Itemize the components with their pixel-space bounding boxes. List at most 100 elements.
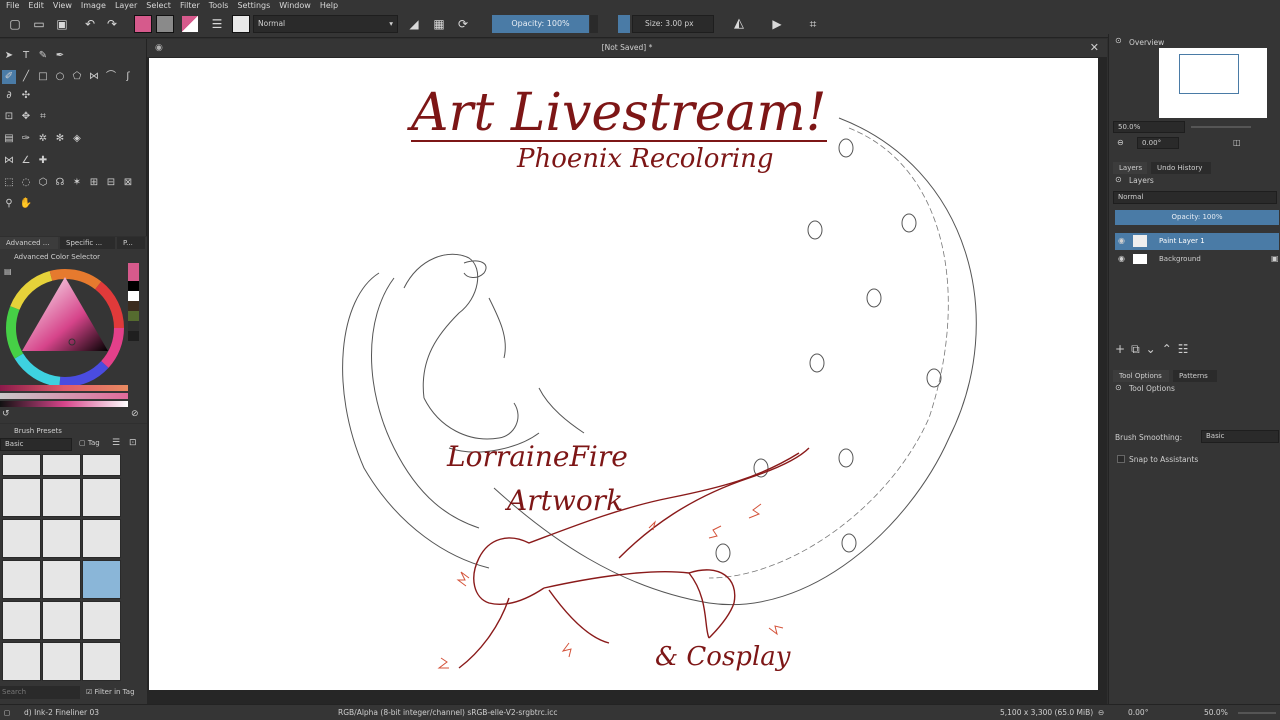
layer-properties-icon[interactable]: ☷ <box>1178 342 1195 356</box>
gradient-tool-icon[interactable]: ▤ <box>2 132 16 146</box>
import-preset-icon[interactable]: ⊡ <box>129 438 137 448</box>
polygon-select-icon[interactable]: ⬡ <box>36 176 50 190</box>
visibility-eye-icon[interactable]: ◉ <box>1118 254 1125 263</box>
layer-opacity-slider[interactable]: Opacity: 100% <box>1115 210 1279 225</box>
alpha-lock-icon[interactable]: ▦ <box>432 17 446 31</box>
menu-file[interactable]: File <box>6 0 19 11</box>
drawing-canvas[interactable]: Art Livestream! Phoenix Recoloring Lorra… <box>149 58 1098 690</box>
layers-float-icon[interactable]: ⊙ <box>1115 175 1122 184</box>
save-icon[interactable]: ▣ <box>55 17 69 31</box>
tab-specific-color[interactable]: Specific ... <box>60 237 115 249</box>
swap-colors-icon[interactable] <box>182 16 198 32</box>
smart-patch-icon[interactable]: ✲ <box>36 132 50 146</box>
rotate-icon[interactable]: ⊖ <box>1117 138 1124 147</box>
brush-preset-16[interactable] <box>2 642 41 681</box>
menu-image[interactable]: Image <box>81 0 106 11</box>
new-document-icon[interactable]: ▢ <box>8 17 22 31</box>
menu-select[interactable]: Select <box>146 0 171 11</box>
overview-viewport[interactable] <box>1179 54 1239 94</box>
magnetic-select-icon[interactable]: ⊠ <box>121 176 135 190</box>
menu-tools[interactable]: Tools <box>209 0 229 11</box>
edit-shapes-icon[interactable]: ✎ <box>36 49 50 63</box>
brush-preset-7[interactable] <box>2 519 41 558</box>
brush-preset-icon[interactable] <box>232 15 250 33</box>
foreground-color-swatch[interactable] <box>134 15 152 33</box>
menu-layer[interactable]: Layer <box>115 0 137 11</box>
clear-color-icon[interactable]: ⊘ <box>131 409 139 419</box>
brush-preset-15[interactable] <box>82 601 121 640</box>
menu-window[interactable]: Window <box>279 0 311 11</box>
polyline-tool-icon[interactable]: ⋈ <box>87 70 101 84</box>
document-tab[interactable]: ◉ [Not Saved] * ✕ <box>147 39 1107 57</box>
tab-layers[interactable]: Layers <box>1113 162 1147 174</box>
duplicate-layer-icon[interactable]: ⧉ <box>1131 342 1146 356</box>
magic-wand-icon[interactable]: ✶ <box>70 176 84 190</box>
brush-preset-14[interactable] <box>42 601 81 640</box>
close-icon[interactable]: ✕ <box>1090 39 1099 57</box>
zoom-tool-icon[interactable]: ⚲ <box>2 197 16 211</box>
polygon-tool-icon[interactable]: ⬠ <box>70 70 84 84</box>
value-slider[interactable] <box>0 401 128 407</box>
view-list-icon[interactable]: ☰ <box>112 438 120 448</box>
brush-preset-3[interactable] <box>82 454 121 476</box>
brush-search-input[interactable]: Search <box>0 686 80 699</box>
menu-help[interactable]: Help <box>320 0 338 11</box>
brush-preset-8[interactable] <box>42 519 81 558</box>
freehand-path-icon[interactable]: ʃ <box>121 70 135 84</box>
crop-icon[interactable]: ⌗ <box>806 17 820 31</box>
layer-row-background[interactable]: ◉ Background ▣ <box>1115 251 1279 268</box>
similar-select-icon[interactable]: ⊞ <box>87 176 101 190</box>
tab-advanced-color[interactable]: Advanced ... <box>0 237 58 249</box>
brush-preset-1[interactable] <box>2 454 41 476</box>
brush-smoothing-select[interactable]: Basic <box>1201 430 1279 443</box>
tab-patterns[interactable]: Patterns <box>1173 370 1217 382</box>
measure-tool-icon[interactable]: ∠ <box>19 154 33 168</box>
ellipse-select-icon[interactable]: ◌ <box>19 176 33 190</box>
open-folder-icon[interactable]: ▭ <box>32 17 46 31</box>
tab-palette[interactable]: P... <box>117 237 145 249</box>
filter-in-tag-checkbox[interactable]: ☑ Filter in Tag <box>86 688 135 696</box>
calligraphy-icon[interactable]: ✒ <box>53 49 67 63</box>
brush-preset-13[interactable] <box>2 601 41 640</box>
brush-preset-2[interactable] <box>42 454 81 476</box>
select-shapes-icon[interactable]: ➤ <box>2 49 16 63</box>
overview-thumbnail[interactable] <box>1159 48 1267 118</box>
brush-preset-18[interactable] <box>82 642 121 681</box>
brush-preset-9[interactable] <box>82 519 121 558</box>
layer-blend-select[interactable]: Normal <box>1113 191 1277 204</box>
bezier-select-icon[interactable]: ⊟ <box>104 176 118 190</box>
pan-tool-icon[interactable]: ✋ <box>19 197 33 211</box>
freehand-brush-icon[interactable]: ✐ <box>2 70 16 84</box>
tag-button[interactable]: ▢ Tag <box>79 439 100 447</box>
rotate-status-icon[interactable]: ⊖ <box>1098 708 1104 717</box>
brush-preset-17[interactable] <box>42 642 81 681</box>
opacity-spin[interactable] <box>590 15 598 33</box>
add-layer-icon[interactable]: + <box>1115 342 1131 356</box>
transform-tool-icon[interactable]: ⊡ <box>2 110 16 124</box>
freehand-select-icon[interactable]: ☊ <box>53 176 67 190</box>
move-down-icon[interactable]: ⌄ <box>1146 342 1162 356</box>
brush-preset-5[interactable] <box>42 478 81 517</box>
rectangle-tool-icon[interactable]: □ <box>36 70 50 84</box>
undo-icon[interactable]: ↶ <box>83 17 97 31</box>
ellipse-tool-icon[interactable]: ○ <box>53 70 67 84</box>
brush-preset-4[interactable] <box>2 478 41 517</box>
layer-row-paint-layer-1[interactable]: ◉ Paint Layer 1 <box>1115 233 1279 250</box>
multibrush-icon[interactable]: ✣ <box>19 89 33 103</box>
tool-options-float-icon[interactable]: ⊙ <box>1115 383 1122 392</box>
menu-view[interactable]: View <box>53 0 72 11</box>
dynamic-brush-icon[interactable]: ∂ <box>2 89 16 103</box>
crop-tool-icon[interactable]: ⌗ <box>36 110 50 124</box>
menu-edit[interactable]: Edit <box>28 0 44 11</box>
visibility-eye-icon[interactable]: ◉ <box>1118 236 1125 245</box>
mirror-vertical-icon[interactable]: ▶ <box>770 17 784 31</box>
lock-icon[interactable]: ▣ <box>1271 254 1279 263</box>
color-wheel[interactable] <box>4 267 126 389</box>
line-tool-icon[interactable]: ╱ <box>19 70 33 84</box>
blend-mode-select[interactable]: Normal ▾ <box>253 15 398 33</box>
float-icon[interactable]: ⊙ <box>1115 36 1122 45</box>
move-tool-icon[interactable]: ✥ <box>19 110 33 124</box>
zoom-select[interactable]: 50.0% <box>1113 121 1185 133</box>
bezier-tool-icon[interactable]: ⌒ <box>104 70 118 84</box>
color-picker-icon[interactable]: ✑ <box>19 132 33 146</box>
